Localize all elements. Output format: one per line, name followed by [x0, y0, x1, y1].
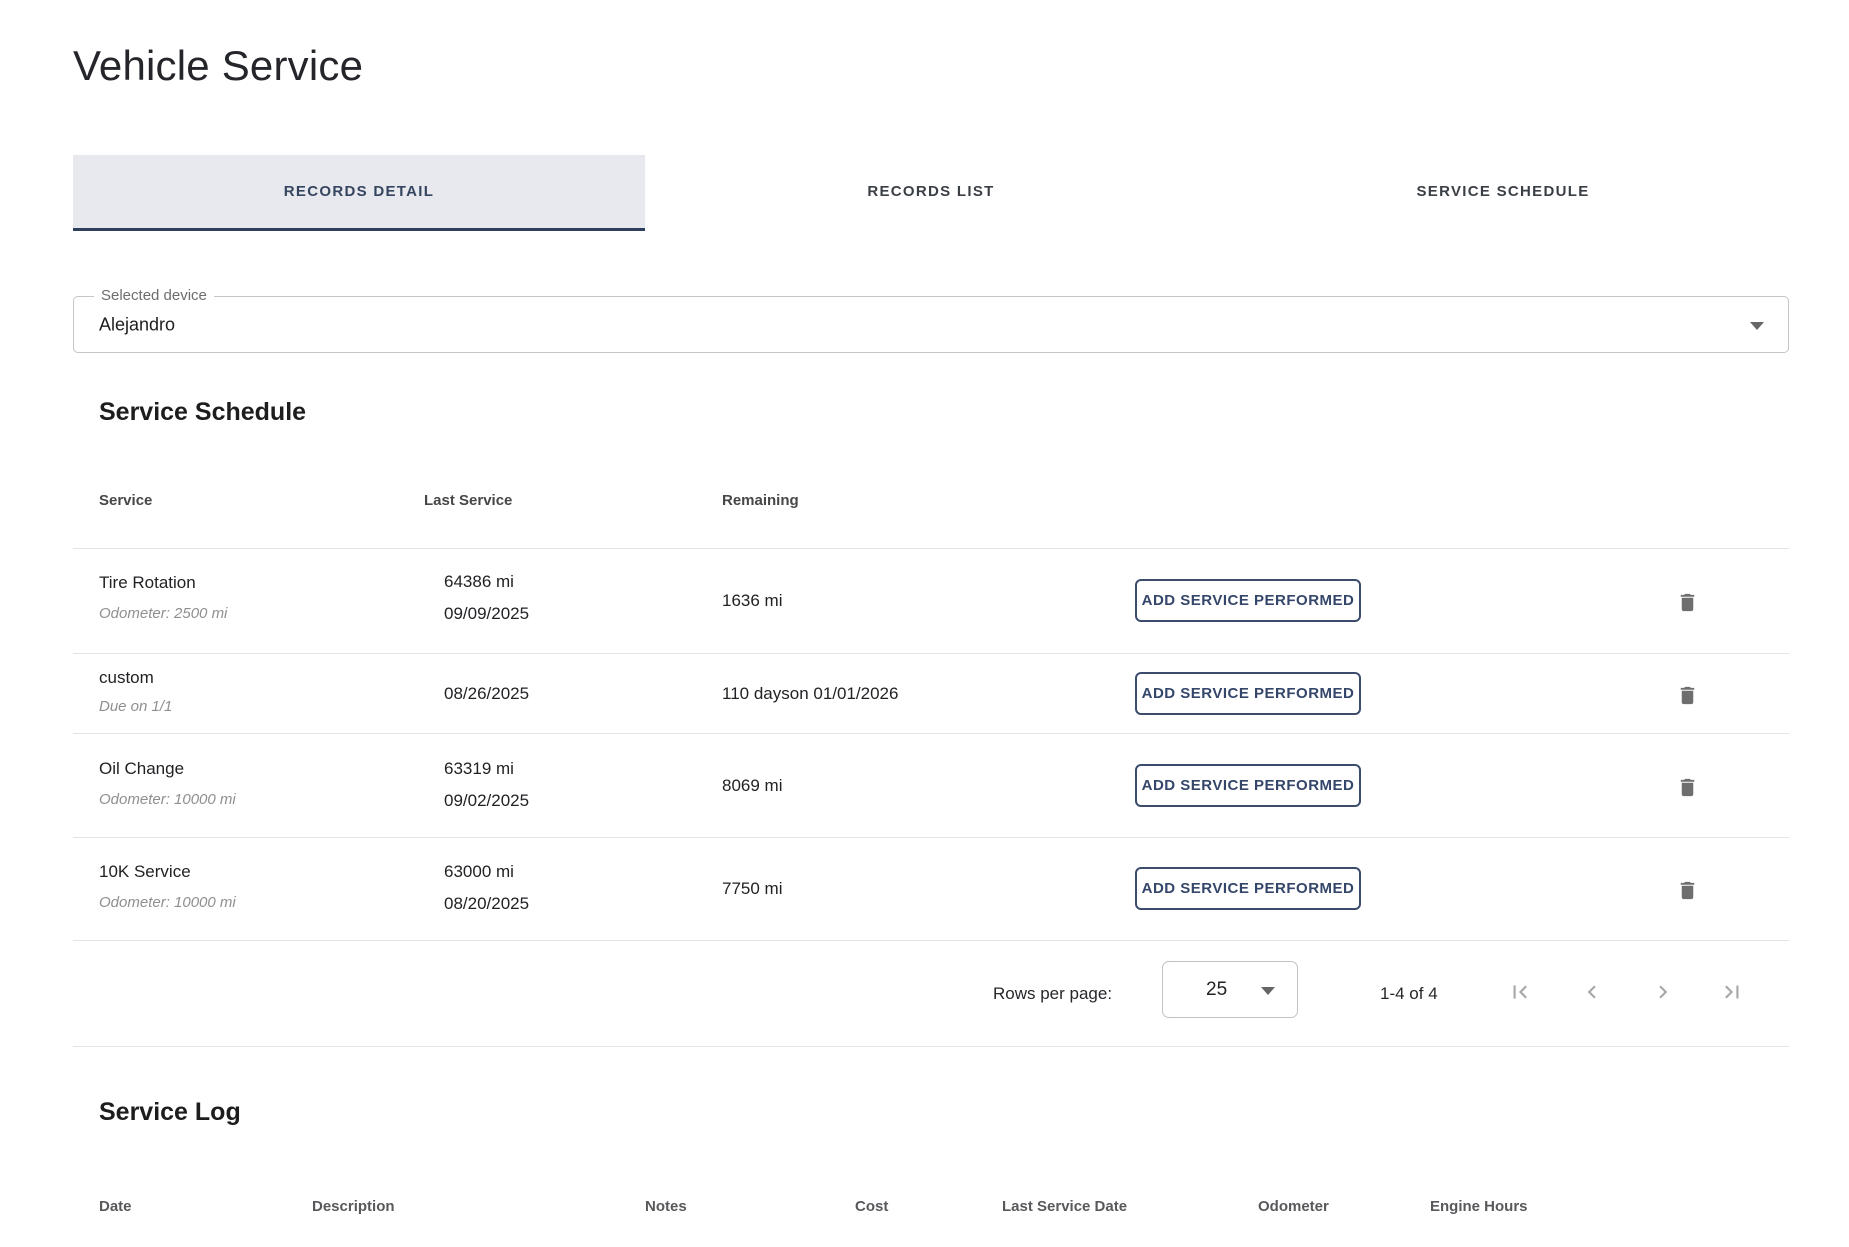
column-header-last-service: Last Service [424, 492, 512, 509]
chevron-left-icon [1579, 979, 1605, 1005]
divider [73, 940, 1789, 941]
last-service-date: 09/02/2025 [444, 785, 529, 817]
selected-device-select[interactable]: Selected device Alejandro [73, 296, 1789, 353]
selected-device-label: Selected device [94, 287, 214, 304]
delete-service-button[interactable] [1670, 681, 1704, 709]
remaining-cell: 7750 mi [722, 879, 782, 899]
divider [73, 733, 1789, 734]
delete-service-button[interactable] [1670, 588, 1704, 616]
service-detail: Odometer: 10000 mi [99, 894, 236, 911]
tab-records-list[interactable]: RECORDS LIST [645, 155, 1217, 231]
tab-service-schedule[interactable]: SERVICE SCHEDULE [1217, 155, 1789, 231]
service-name: 10K Service [99, 862, 191, 882]
trash-icon [1676, 879, 1699, 902]
log-column-header-odometer: Odometer [1258, 1198, 1329, 1215]
vehicle-service-page: Vehicle Service RECORDS DETAIL RECORDS L… [0, 0, 1849, 1247]
chevron-right-icon [1650, 979, 1676, 1005]
page-title: Vehicle Service [73, 42, 363, 90]
service-detail: Odometer: 2500 mi [99, 605, 227, 622]
last-service-cell: 63319 mi 09/02/2025 [444, 753, 529, 817]
log-column-header-notes: Notes [645, 1198, 687, 1215]
tab-label: RECORDS DETAIL [284, 183, 434, 200]
caret-down-icon [1261, 987, 1275, 995]
log-column-header-last-service-date: Last Service Date [1002, 1198, 1127, 1215]
delete-service-button[interactable] [1670, 773, 1704, 801]
delete-service-button[interactable] [1670, 876, 1704, 904]
divider [73, 548, 1789, 549]
tab-records-detail[interactable]: RECORDS DETAIL [73, 155, 645, 231]
last-page-button[interactable] [1718, 978, 1746, 1006]
service-detail: Odometer: 10000 mi [99, 791, 236, 808]
remaining-cell: 1636 mi [722, 591, 782, 611]
selected-device-value: Alejandro [99, 314, 175, 335]
first-page-button[interactable] [1506, 978, 1534, 1006]
last-service-date: 08/20/2025 [444, 888, 529, 920]
last-service-odometer: 63000 mi [444, 856, 529, 888]
tab-label: RECORDS LIST [867, 183, 994, 200]
log-column-header-date: Date [99, 1198, 132, 1215]
tab-label: SERVICE SCHEDULE [1416, 183, 1589, 200]
rows-per-page-value: 25 [1206, 979, 1227, 1001]
service-schedule-title: Service Schedule [99, 398, 306, 427]
service-name: custom [99, 668, 154, 688]
pagination-range-label: 1-4 of 4 [1380, 984, 1438, 1004]
previous-page-button[interactable] [1578, 978, 1606, 1006]
add-service-performed-button[interactable]: ADD SERVICE PERFORMED [1135, 579, 1361, 622]
column-header-service: Service [99, 492, 152, 509]
add-service-performed-button[interactable]: ADD SERVICE PERFORMED [1135, 764, 1361, 807]
service-name: Oil Change [99, 759, 184, 779]
last-service-cell: 08/26/2025 [444, 684, 529, 704]
remaining-cell: 110 dayson 01/01/2026 [722, 684, 898, 704]
last-service-date: 09/09/2025 [444, 598, 529, 630]
next-page-button[interactable] [1649, 978, 1677, 1006]
trash-icon [1676, 591, 1699, 614]
divider [73, 653, 1789, 654]
last-service-cell: 64386 mi 09/09/2025 [444, 566, 529, 630]
trash-icon [1676, 684, 1699, 707]
rows-per-page-label: Rows per page: [993, 984, 1112, 1004]
log-column-header-description: Description [312, 1198, 395, 1215]
add-service-performed-button[interactable]: ADD SERVICE PERFORMED [1135, 867, 1361, 910]
divider [73, 1046, 1789, 1047]
caret-down-icon [1750, 322, 1764, 330]
log-column-header-cost: Cost [855, 1198, 888, 1215]
trash-icon [1676, 776, 1699, 799]
last-service-cell: 63000 mi 08/20/2025 [444, 856, 529, 920]
first-page-icon [1507, 979, 1533, 1005]
rows-per-page-select[interactable]: 25 [1162, 961, 1298, 1018]
last-service-odometer: 64386 mi [444, 566, 529, 598]
divider [73, 837, 1789, 838]
add-service-performed-button[interactable]: ADD SERVICE PERFORMED [1135, 672, 1361, 715]
log-column-header-engine-hours: Engine Hours [1430, 1198, 1528, 1215]
tab-bar: RECORDS DETAIL RECORDS LIST SERVICE SCHE… [73, 155, 1789, 231]
remaining-cell: 8069 mi [722, 776, 782, 796]
service-name: Tire Rotation [99, 573, 196, 593]
service-detail: Due on 1/1 [99, 698, 172, 715]
last-service-odometer: 63319 mi [444, 753, 529, 785]
column-header-remaining: Remaining [722, 492, 799, 509]
service-log-title: Service Log [99, 1098, 241, 1127]
last-page-icon [1719, 979, 1745, 1005]
